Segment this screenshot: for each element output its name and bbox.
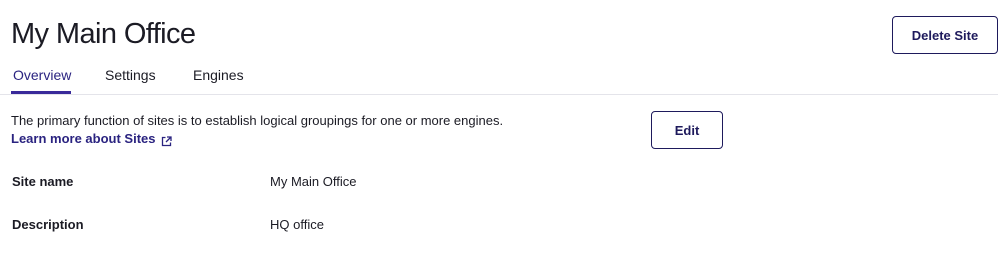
learn-more-link[interactable]: Learn more about Sites: [11, 130, 173, 148]
edit-button[interactable]: Edit: [651, 111, 723, 149]
sites-description-text: The primary function of sites is to esta…: [11, 113, 504, 128]
tab-overview[interactable]: Overview: [11, 58, 71, 94]
site-detail-page: My Main Office Delete Site Overview Sett…: [0, 0, 998, 272]
external-link-icon: [161, 134, 173, 146]
site-name-label: Site name: [12, 174, 74, 189]
page-title: My Main Office: [11, 18, 196, 50]
description-label: Description: [12, 217, 84, 232]
tab-engines[interactable]: Engines: [193, 58, 244, 94]
tab-bar: Overview Settings Engines: [0, 58, 998, 95]
site-name-value: My Main Office: [270, 174, 357, 189]
learn-more-label: Learn more about Sites: [11, 131, 156, 146]
tab-settings[interactable]: Settings: [105, 58, 156, 94]
delete-site-button[interactable]: Delete Site: [892, 16, 998, 54]
description-value: HQ office: [270, 217, 324, 232]
